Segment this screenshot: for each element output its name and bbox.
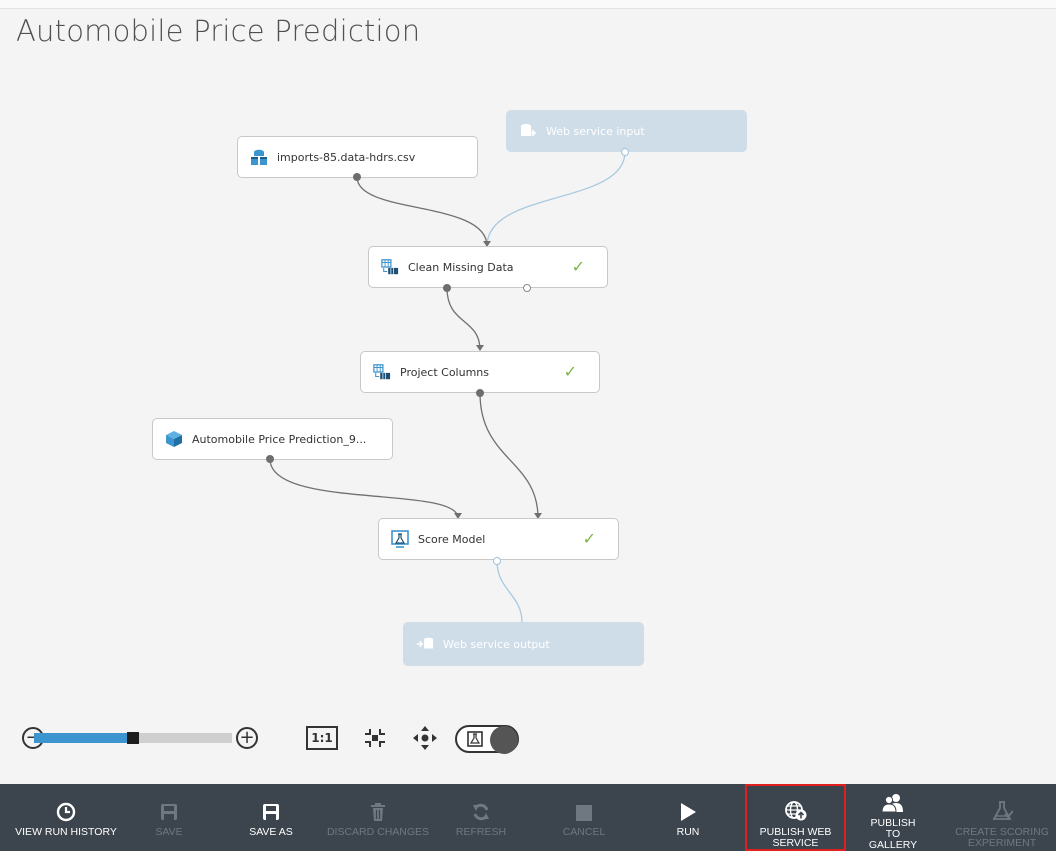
output-port[interactable]: [353, 173, 361, 181]
trash-icon: [371, 803, 385, 821]
connector-project-to-score: [479, 392, 539, 519]
publish-to-gallery-button[interactable]: PUBLISH TO GALLERY: [858, 784, 928, 851]
refresh-button[interactable]: REFRESH: [452, 784, 510, 851]
command-label: SAVE: [155, 826, 183, 838]
command-label: PUBLISH TO GALLERY: [868, 817, 918, 851]
module-node-score-model[interactable]: Score Model ✓: [378, 518, 619, 560]
web-service-input-icon: [519, 122, 537, 140]
output-port[interactable]: [266, 455, 274, 463]
command-label: DISCARD CHANGES: [326, 826, 430, 838]
pan-icon: [413, 726, 437, 750]
output-port[interactable]: [476, 389, 484, 397]
pan-button[interactable]: [410, 725, 440, 751]
command-label: SAVE AS: [249, 826, 293, 838]
module-node-dataset[interactable]: imports-85.data-hdrs.csv: [237, 136, 478, 178]
status-check-icon: ✓: [563, 362, 577, 381]
connector-clean-to-project: [446, 287, 481, 351]
module-node-trained-model[interactable]: Automobile Price Prediction_9...: [152, 418, 393, 460]
command-label: REFRESH: [455, 826, 507, 838]
toggle-knob: [490, 726, 518, 754]
module-node-web-service-output[interactable]: Web service output: [403, 622, 644, 666]
flask-icon: [992, 801, 1013, 820]
globe-upload-icon: [784, 801, 806, 821]
module-label: Score Model: [418, 532, 486, 546]
module-label: imports-85.data-hdrs.csv: [277, 150, 416, 164]
module-label: Automobile Price Prediction_9...: [192, 432, 367, 446]
save-button[interactable]: SAVE: [144, 784, 194, 851]
publish-web-service-button[interactable]: PUBLISH WEB SERVICE: [745, 784, 846, 851]
output-port[interactable]: [621, 148, 629, 156]
table-transform-icon: [381, 258, 399, 276]
output-port[interactable]: [443, 284, 451, 292]
module-label: Clean Missing Data: [408, 260, 514, 274]
fit-to-screen-button[interactable]: [360, 725, 390, 751]
save-icon: [161, 804, 177, 820]
connector-score-to-wsoutput: [496, 560, 523, 623]
view-run-history-button[interactable]: VIEW RUN HISTORY: [10, 784, 122, 851]
save-as-button[interactable]: SAVE AS: [243, 784, 299, 851]
play-icon: [681, 803, 696, 821]
web-service-view-toggle[interactable]: [455, 725, 519, 754]
connector-dataset-to-clean: [356, 176, 488, 247]
cancel-button[interactable]: CANCEL: [552, 784, 616, 851]
clock-icon: [56, 802, 76, 822]
zoom-slider-thumb[interactable]: [127, 732, 139, 744]
actual-size-button[interactable]: 1:1: [304, 725, 340, 751]
module-node-clean-missing-data[interactable]: Clean Missing Data ✓: [368, 246, 608, 288]
web-service-output-icon: [416, 635, 434, 653]
users-icon: [881, 794, 903, 813]
table-transform-icon: [373, 363, 391, 381]
save-as-icon: [263, 804, 279, 820]
module-label: Web service output: [443, 637, 550, 651]
create-scoring-experiment-button[interactable]: CREATE SCORING EXPERIMENT: [950, 784, 1054, 851]
trained-model-icon: [165, 430, 183, 448]
zoom-in-button[interactable]: +: [236, 727, 258, 749]
command-label: RUN: [676, 826, 700, 838]
discard-changes-button[interactable]: DISCARD CHANGES: [322, 784, 434, 851]
command-label: PUBLISH WEB SERVICE: [759, 826, 832, 849]
connector-model-to-score: [269, 458, 459, 519]
zoom-slider[interactable]: [34, 732, 232, 744]
module-label: Project Columns: [400, 365, 489, 379]
command-label: VIEW RUN HISTORY: [15, 826, 117, 838]
run-button[interactable]: RUN: [666, 784, 710, 851]
command-label: CANCEL: [562, 826, 606, 838]
status-check-icon: ✓: [571, 257, 585, 276]
stop-icon: [576, 805, 592, 821]
connector-wsinput-to-clean: [486, 151, 626, 247]
refresh-icon: [473, 803, 489, 821]
experiment-flask-icon: [467, 731, 483, 751]
output-port[interactable]: [523, 284, 531, 292]
module-label: Web service input: [546, 124, 645, 138]
actual-size-label: 1:1: [306, 726, 338, 750]
module-node-project-columns[interactable]: Project Columns ✓: [360, 351, 600, 393]
command-bar: VIEW RUN HISTORY SAVE SAVE AS DISCARD CH…: [0, 784, 1056, 851]
output-port[interactable]: [493, 557, 501, 565]
dataset-icon: [250, 148, 268, 166]
score-model-icon: [391, 530, 409, 548]
status-check-icon: ✓: [582, 529, 596, 548]
command-label: CREATE SCORING EXPERIMENT: [955, 826, 1049, 849]
fit-to-screen-icon: [365, 729, 385, 747]
zoom-slider-fill: [34, 733, 127, 743]
module-node-web-service-input[interactable]: Web service input: [506, 110, 747, 152]
